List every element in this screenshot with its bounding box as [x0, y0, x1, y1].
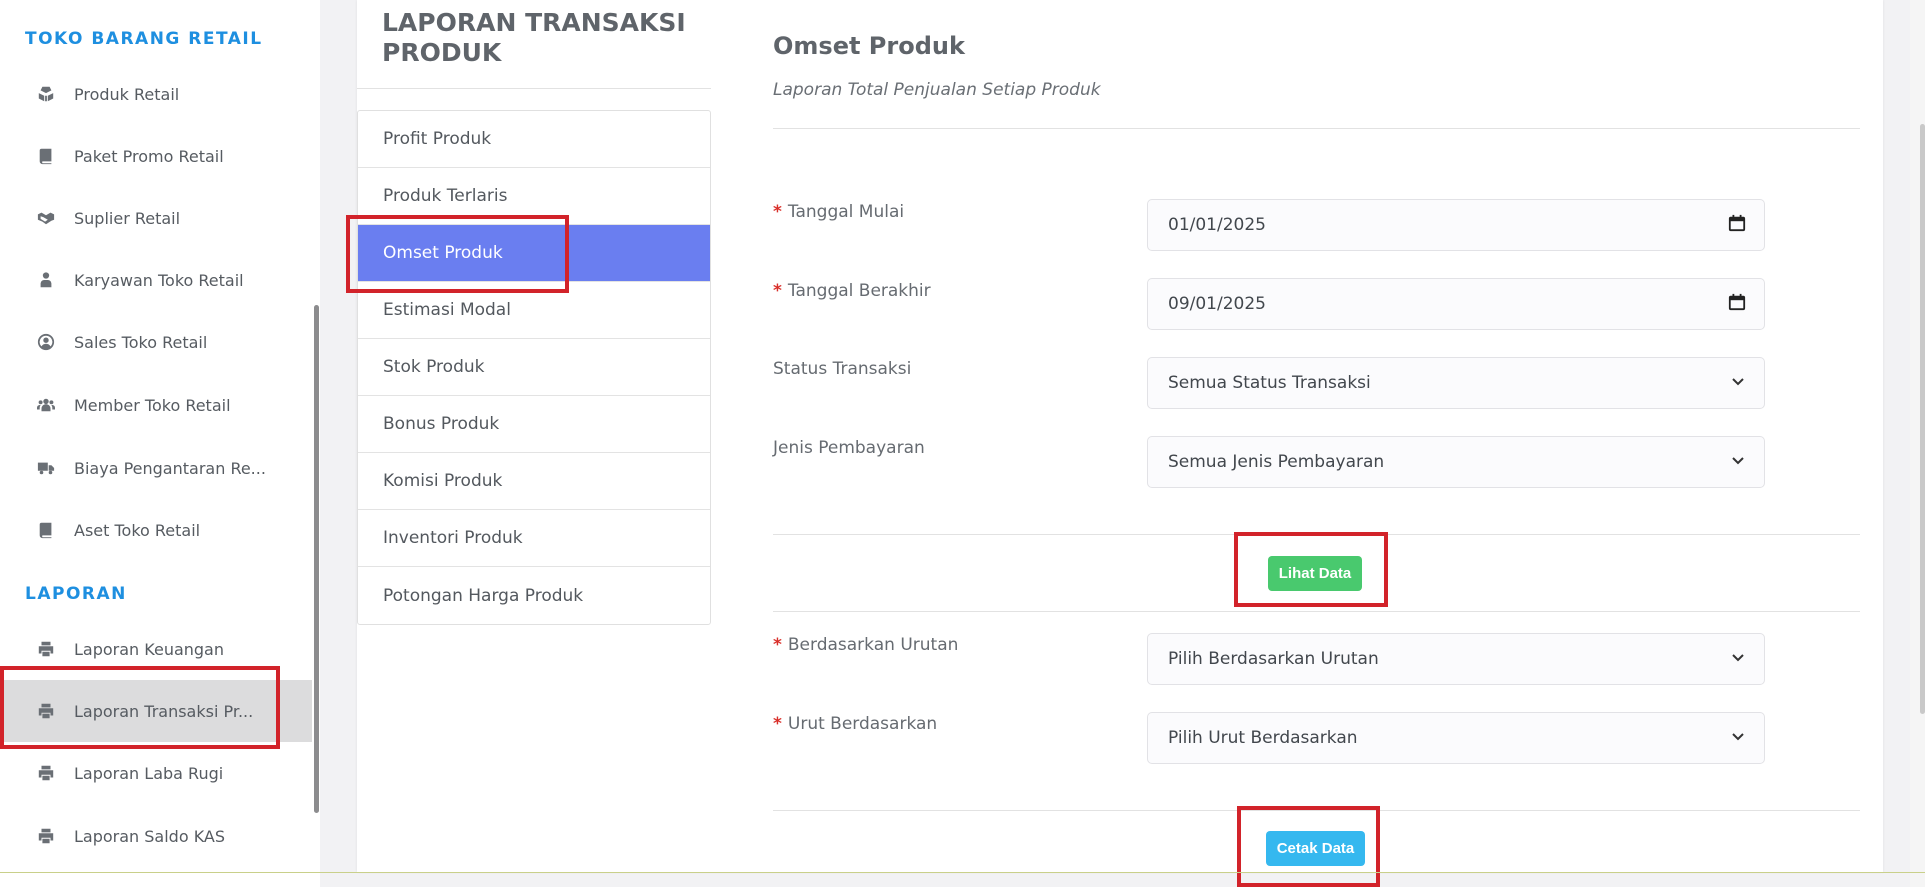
report-menu-item-profit[interactable]: Profit Produk — [358, 111, 710, 168]
select-value: Pilih Berdasarkan Urutan — [1168, 649, 1379, 669]
sidebar-item-label: Aset Toko Retail — [74, 520, 201, 540]
sidebar-item-sales[interactable]: Sales Toko Retail — [0, 311, 312, 373]
sidebar-item-label: Paket Promo Retail — [74, 146, 224, 166]
divider — [773, 128, 1860, 129]
berdasarkan-urutan-select[interactable]: Pilih Berdasarkan Urutan — [1147, 633, 1765, 685]
print-icon — [36, 763, 56, 783]
sidebar-section-title: TOKO BARANG RETAIL — [25, 29, 263, 49]
status-transaksi-select[interactable]: Semua Status Transaksi — [1147, 357, 1765, 409]
book-icon — [36, 146, 56, 166]
truck-icon — [36, 458, 56, 478]
page-title: Omset Produk — [773, 32, 965, 60]
sidebar-item-label: Sales Toko Retail — [74, 332, 208, 352]
sidebar-item-label: Suplier Retail — [74, 208, 181, 228]
sidebar-scrollbar[interactable] — [314, 305, 319, 813]
book-icon — [36, 520, 56, 540]
handshake-icon — [36, 208, 56, 228]
report-menu: Profit Produk Produk Terlaris Omset Prod… — [357, 110, 711, 625]
print-icon — [36, 826, 56, 846]
sidebar-item-karyawan[interactable]: Karyawan Toko Retail — [0, 249, 312, 311]
annotation-box-cetak-data — [1237, 806, 1380, 887]
tanggal-berakhir-date-input[interactable]: 09/01/2025 — [1147, 278, 1765, 330]
select-value: Pilih Urut Berdasarkan — [1168, 728, 1358, 748]
calendar-icon[interactable] — [1728, 293, 1746, 316]
sidebar: TOKO BARANG RETAIL Produk Retail Paket P… — [0, 0, 320, 887]
sidebar-item-member[interactable]: Member Toko Retail — [0, 374, 312, 436]
field-label-tanggal-mulai: * Tanggal Mulai — [773, 202, 905, 222]
select-value: Semua Jenis Pembayaran — [1168, 452, 1385, 472]
divider — [357, 88, 711, 89]
sidebar-item-biaya-pengantaran[interactable]: Biaya Pengantaran Re... — [0, 437, 312, 499]
sidebar-item-produk-retail[interactable]: Produk Retail — [0, 63, 312, 125]
user-circle-icon — [36, 332, 56, 352]
required-marker: * — [773, 635, 782, 655]
urut-berdasarkan-select[interactable]: Pilih Urut Berdasarkan — [1147, 712, 1765, 764]
report-menu-item-inventori[interactable]: Inventori Produk — [358, 510, 710, 567]
tanggal-mulai-date-input[interactable]: 01/01/2025 — [1147, 199, 1765, 251]
users-icon — [36, 395, 56, 415]
required-marker: * — [773, 714, 782, 734]
date-value: 09/01/2025 — [1168, 294, 1266, 314]
sidebar-item-label: Biaya Pengantaran Re... — [74, 458, 266, 478]
print-icon — [36, 639, 56, 659]
chevron-down-icon — [1730, 728, 1746, 749]
chevron-down-icon — [1730, 373, 1746, 394]
chevron-down-icon — [1730, 452, 1746, 473]
annotation-box-menu — [346, 215, 569, 293]
required-marker: * — [773, 281, 782, 301]
page-subtitle: Laporan Total Penjualan Setiap Produk — [773, 80, 1101, 100]
sidebar-item-laporan-saldo-kas[interactable]: Laporan Saldo KAS — [0, 805, 312, 867]
annotation-box-lihat-data — [1234, 532, 1388, 607]
user-tie-icon — [36, 270, 56, 290]
report-menu-item-komisi[interactable]: Komisi Produk — [358, 453, 710, 510]
date-value: 01/01/2025 — [1168, 215, 1266, 235]
sidebar-item-label: Karyawan Toko Retail — [74, 270, 244, 290]
cubes-icon — [36, 84, 56, 104]
select-value: Semua Status Transaksi — [1168, 373, 1371, 393]
sidebar-item-aset[interactable]: Aset Toko Retail — [0, 499, 312, 561]
report-menu-title: LAPORAN TRANSAKSI PRODUK — [382, 8, 686, 67]
annotation-box-sidebar — [0, 666, 280, 749]
field-label-jenis-pembayaran: Jenis Pembayaran — [773, 438, 925, 458]
sidebar-section-title: LAPORAN — [25, 584, 127, 604]
sidebar-item-label: Produk Retail — [74, 84, 180, 104]
field-label-urut-berdasarkan: * Urut Berdasarkan — [773, 714, 938, 734]
field-label-status-transaksi: Status Transaksi — [773, 359, 912, 379]
calendar-icon[interactable] — [1728, 214, 1746, 237]
sidebar-item-label: Laporan Laba Rugi — [74, 763, 224, 783]
chevron-down-icon — [1730, 649, 1746, 670]
sidebar-item-label: Laporan Saldo KAS — [74, 826, 226, 846]
sidebar-item-suplier[interactable]: Suplier Retail — [0, 187, 312, 249]
sidebar-item-laporan-laba-rugi[interactable]: Laporan Laba Rugi — [0, 742, 312, 804]
report-menu-item-stok[interactable]: Stok Produk — [358, 339, 710, 396]
divider — [773, 611, 1860, 612]
divider — [0, 872, 1925, 873]
field-label-tanggal-berakhir: * Tanggal Berakhir — [773, 281, 931, 301]
jenis-pembayaran-select[interactable]: Semua Jenis Pembayaran — [1147, 436, 1765, 488]
field-label-berdasarkan-urutan: * Berdasarkan Urutan — [773, 635, 959, 655]
sidebar-item-paket-promo[interactable]: Paket Promo Retail — [0, 125, 312, 187]
sidebar-item-label: Member Toko Retail — [74, 395, 231, 415]
report-menu-item-bonus[interactable]: Bonus Produk — [358, 396, 710, 453]
required-marker: * — [773, 202, 782, 222]
report-menu-item-potongan-harga[interactable]: Potongan Harga Produk — [358, 567, 710, 624]
sidebar-item-label: Laporan Keuangan — [74, 639, 224, 659]
page-scrollbar-thumb[interactable] — [1920, 124, 1925, 714]
